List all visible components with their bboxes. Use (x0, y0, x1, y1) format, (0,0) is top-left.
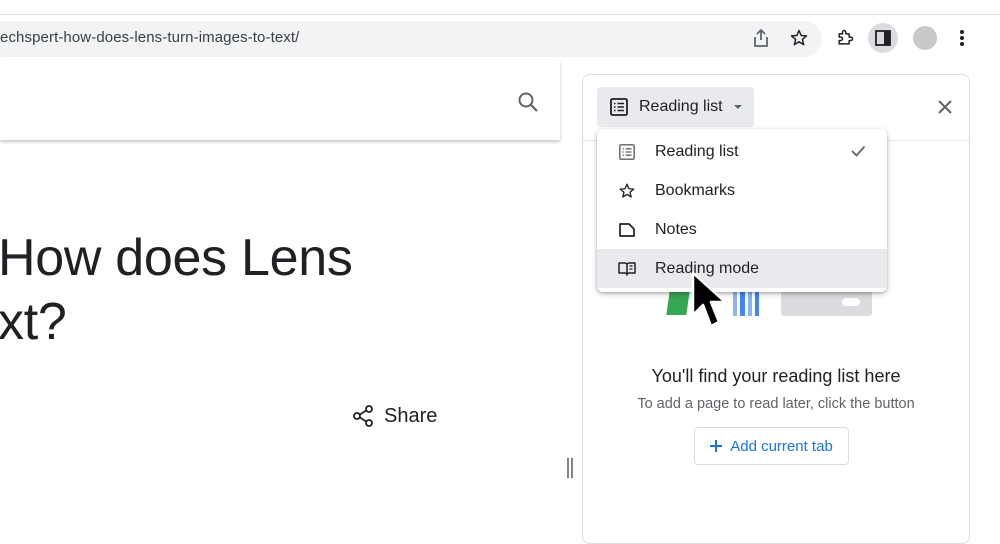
menu-item-label: Bookmarks (655, 181, 736, 199)
close-icon[interactable] (936, 98, 954, 121)
share-button[interactable]: Share (352, 404, 437, 428)
menu-item-notes[interactable]: Notes (597, 210, 887, 249)
mouse-cursor-icon (690, 271, 730, 338)
site-search-bar[interactable] (0, 60, 560, 140)
share-nodes-icon (353, 405, 373, 427)
side-panel-selector[interactable]: Reading list (597, 87, 754, 127)
window-top-border (0, 14, 1000, 15)
reading-list-icon (610, 98, 628, 116)
empty-state-title: You'll find your reading list here (651, 366, 901, 386)
menu-item-label: Notes (655, 220, 697, 238)
side-panel-resize-handle[interactable] (567, 458, 575, 478)
illustration-card (781, 290, 872, 316)
checkmark-icon (849, 142, 867, 165)
more-menu-icon[interactable] (952, 27, 972, 49)
share-icon[interactable] (750, 27, 772, 49)
side-panel-selector-label: Reading list (639, 98, 723, 115)
profile-avatar[interactable] (913, 26, 937, 50)
notes-icon (617, 220, 637, 240)
side-panel-menu: Reading list Bookmarks Notes Reading mod… (597, 129, 887, 292)
search-icon[interactable] (516, 90, 540, 119)
menu-item-label: Reading list (655, 142, 739, 160)
illustration-bars (733, 290, 759, 316)
reading-mode-icon (617, 259, 637, 279)
add-current-tab-label: Add current tab (730, 437, 833, 455)
menu-item-reading-mode[interactable]: Reading mode (597, 249, 887, 288)
illustration-green-shape (666, 291, 690, 315)
plus-icon (710, 440, 723, 452)
add-current-tab-button[interactable]: Add current tab (694, 427, 849, 465)
article-title: How does Lens xt? (0, 229, 353, 351)
side-panel-icon[interactable] (868, 23, 898, 53)
share-label: Share (384, 404, 438, 427)
extensions-icon[interactable] (834, 27, 856, 49)
empty-state-subtitle: To add a page to read later, click the b… (637, 396, 915, 412)
menu-item-bookmarks[interactable]: Bookmarks (597, 171, 887, 210)
address-bar-url[interactable]: echspert-how-does-lens-turn-images-to-te… (0, 29, 299, 46)
caret-down-icon (733, 105, 742, 109)
reading-list-icon (617, 142, 637, 162)
bookmark-star-icon[interactable] (788, 27, 810, 49)
menu-item-reading-list[interactable]: Reading list (597, 132, 887, 171)
star-icon (617, 181, 637, 201)
